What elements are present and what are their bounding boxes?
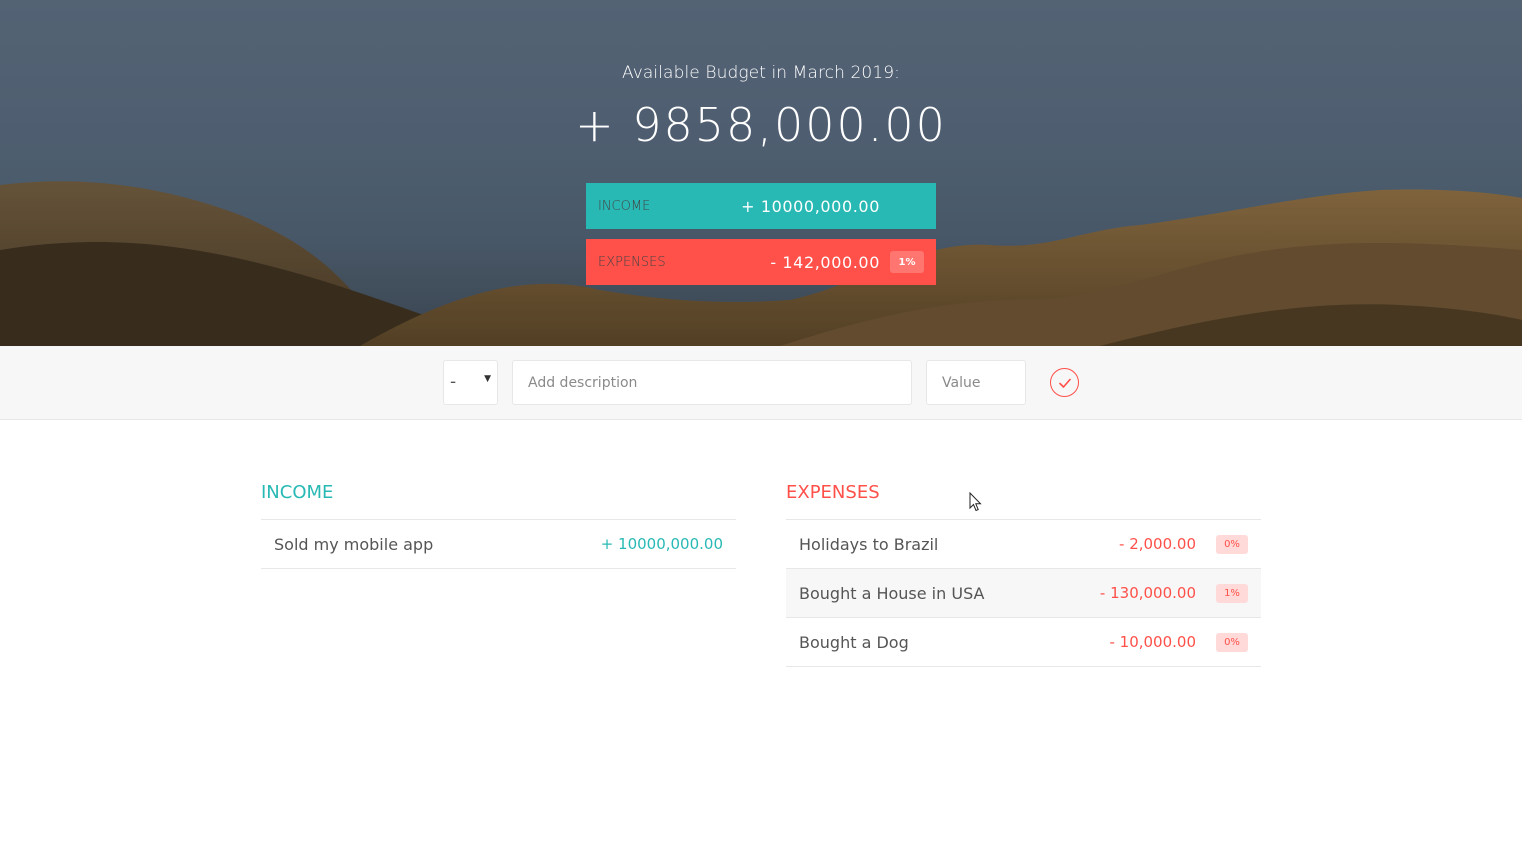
- income-list-heading: Income: [261, 480, 736, 520]
- expense-item[interactable]: Bought a House in USA - 130,000.00 1%: [786, 569, 1261, 618]
- item-percentage: 0%: [1216, 534, 1248, 554]
- budget-title: Available Budget in March 2019:: [622, 63, 900, 83]
- mouse-pointer-icon: [969, 492, 982, 512]
- type-select[interactable]: - ▼: [443, 360, 498, 405]
- item-description: Bought a House in USA: [799, 583, 985, 603]
- add-button[interactable]: [1050, 368, 1079, 397]
- item-value: - 10,000.00: [1109, 633, 1196, 651]
- chevron-down-icon: ▼: [484, 374, 491, 384]
- income-summary-value: + 10000,000.00: [741, 196, 880, 216]
- item-value: + 10000,000.00: [600, 535, 723, 553]
- expenses-list-heading: Expenses: [786, 480, 1261, 520]
- item-percentage: 1%: [1216, 583, 1248, 603]
- income-list: Income Sold my mobile app + 10000,000.00: [261, 480, 736, 569]
- item-description: Sold my mobile app: [274, 534, 434, 554]
- expenses-list: Expenses Holidays to Brazil - 2,000.00 0…: [786, 480, 1261, 667]
- expenses-summary-value: - 142,000.00: [770, 252, 880, 272]
- item-value: - 2,000.00: [1119, 535, 1196, 553]
- item-value: - 130,000.00: [1099, 584, 1196, 602]
- checkmark-icon: [1058, 378, 1071, 388]
- expenses-summary-label: Expenses: [598, 254, 666, 270]
- expense-item[interactable]: Holidays to Brazil - 2,000.00 0%: [786, 520, 1261, 569]
- expense-item[interactable]: Bought a Dog - 10,000.00 0%: [786, 618, 1261, 667]
- budget-header: Available Budget in March 2019: + 9858,0…: [0, 0, 1522, 346]
- hero-overlay: [0, 0, 1522, 346]
- expenses-summary: Expenses - 142,000.00 1%: [586, 239, 936, 285]
- budget-value: + 9858,000.00: [575, 98, 947, 152]
- income-item[interactable]: Sold my mobile app + 10000,000.00: [261, 520, 736, 569]
- item-percentage: 0%: [1216, 632, 1248, 652]
- expenses-summary-percentage: 1%: [890, 251, 924, 273]
- type-select-value: -: [450, 372, 457, 392]
- item-description: Holidays to Brazil: [799, 534, 939, 554]
- income-summary-label: Income: [598, 198, 651, 214]
- income-summary: Income + 10000,000.00: [586, 183, 936, 229]
- value-input[interactable]: [926, 360, 1026, 405]
- item-description: Bought a Dog: [799, 632, 909, 652]
- description-input[interactable]: [512, 360, 912, 405]
- add-item-bar: - ▼: [0, 346, 1522, 420]
